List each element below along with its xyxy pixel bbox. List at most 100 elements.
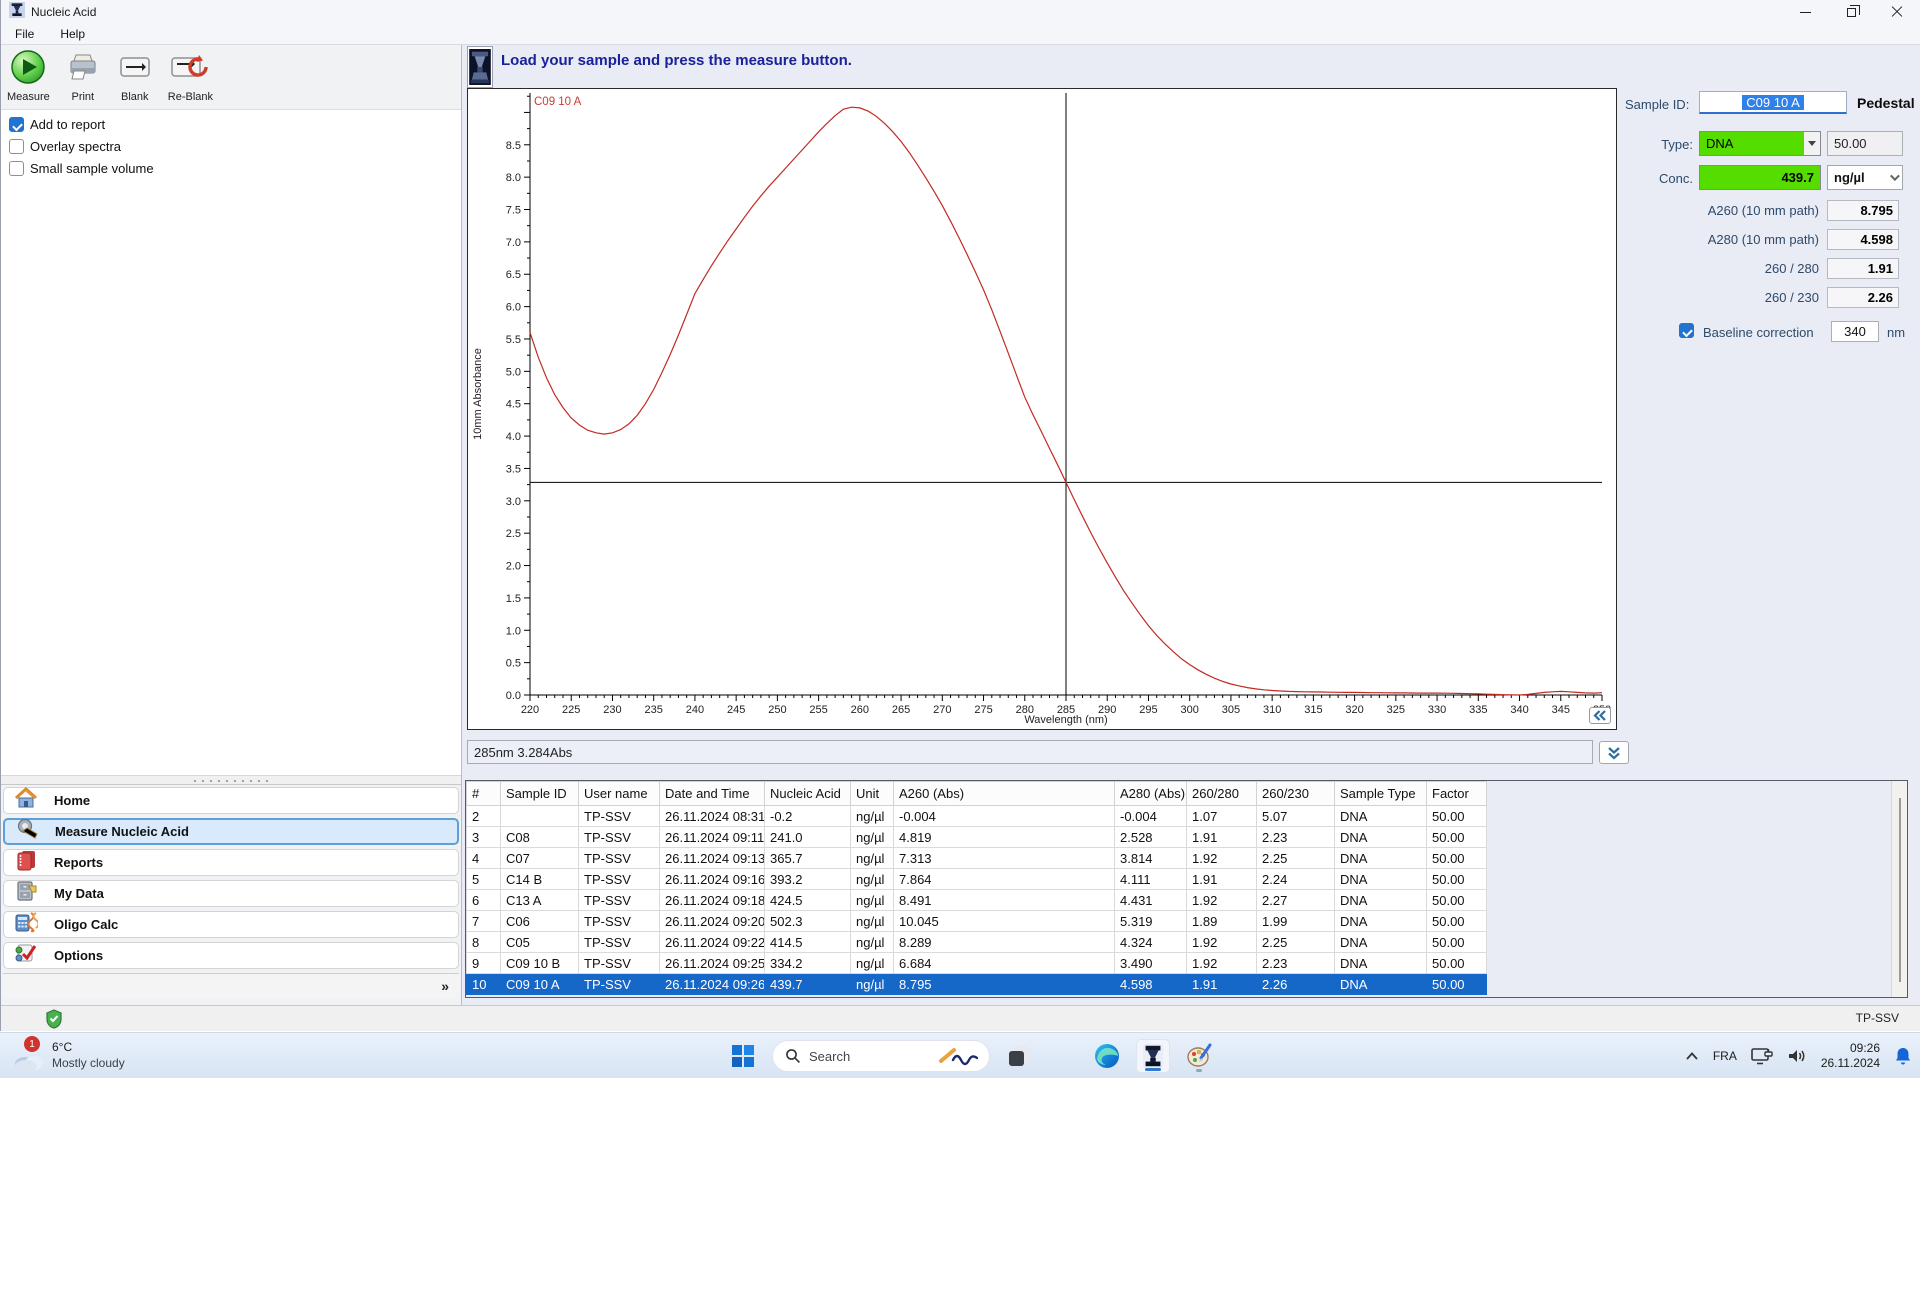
sidebar-item-measure-nucleic-acid[interactable]: Measure Nucleic Acid: [3, 818, 459, 845]
baseline-wavelength-field[interactable]: 340: [1831, 321, 1879, 342]
metric-label: 260 / 230: [1621, 290, 1819, 305]
svg-text:10mm Absorbance: 10mm Absorbance: [472, 348, 484, 440]
my-data-icon: [14, 880, 38, 907]
table-cell: ng/µl: [851, 911, 894, 932]
column-header[interactable]: Factor: [1427, 782, 1487, 806]
svg-text:5.0: 5.0: [506, 366, 521, 378]
metric-row: A260 (10 mm path)8.795: [1621, 200, 1920, 222]
add-to-report-checkbox[interactable]: Add to report: [9, 117, 154, 132]
column-header[interactable]: Sample Type: [1335, 782, 1427, 806]
table-cell: 1.92: [1187, 890, 1257, 911]
start-button[interactable]: [726, 1039, 760, 1073]
pedestal-mode-label: Pedestal: [1857, 95, 1915, 111]
baseline-label: Baseline correction: [1703, 325, 1814, 340]
table-cell: 5.07: [1257, 806, 1335, 827]
chevron-left-double-icon: [1593, 710, 1607, 721]
chevron-up-icon[interactable]: [1685, 1051, 1699, 1061]
sidebar-item-reports[interactable]: Reports: [3, 849, 459, 876]
baseline-checkbox[interactable]: [1679, 323, 1694, 338]
edge-browser-button[interactable]: [1090, 1039, 1124, 1073]
speaker-icon[interactable]: [1787, 1048, 1807, 1064]
svg-text:C09 10 A: C09 10 A: [534, 96, 582, 108]
task-view-button[interactable]: [1002, 1039, 1036, 1073]
nucleic-acid-app-button[interactable]: [1136, 1039, 1170, 1073]
table-row[interactable]: 7C06TP-SSV26.11.2024 09:20502.3ng/µl10.0…: [467, 911, 1487, 932]
print-icon: [65, 49, 101, 90]
restore-button[interactable]: [1828, 0, 1874, 24]
svg-text:270: 270: [933, 704, 951, 716]
overlay-spectra-checkbox[interactable]: Overlay spectra: [9, 139, 154, 154]
minimize-button[interactable]: [1782, 0, 1828, 24]
notification-bell-icon[interactable]: [1894, 1046, 1912, 1066]
svg-text:300: 300: [1181, 704, 1199, 716]
table-row[interactable]: 5C14 BTP-SSV26.11.2024 09:16393.2ng/µl7.…: [467, 869, 1487, 890]
paint-app-button[interactable]: [1182, 1039, 1216, 1073]
checkbox-unchecked-icon[interactable]: [9, 161, 24, 176]
clock[interactable]: 09:26 26.11.2024: [1821, 1041, 1880, 1071]
metric-value: 4.598: [1827, 229, 1899, 250]
menu-help[interactable]: Help: [60, 27, 85, 41]
print-button[interactable]: Print: [64, 49, 102, 103]
blank-button[interactable]: Blank: [116, 49, 154, 103]
column-header[interactable]: A280 (Abs): [1115, 782, 1187, 806]
scrollbar-thumb[interactable]: [1899, 798, 1901, 982]
panel-splitter[interactable]: [1, 775, 461, 785]
table-row[interactable]: 4C07TP-SSV26.11.2024 09:13365.7ng/µl7.31…: [467, 848, 1487, 869]
network-icon[interactable]: [1751, 1047, 1773, 1065]
unit-dropdown[interactable]: ng/µl: [1827, 165, 1903, 190]
type-dropdown[interactable]: DNA: [1699, 131, 1821, 156]
search-box[interactable]: Search: [772, 1040, 990, 1072]
re-blank-button[interactable]: Re-Blank: [168, 49, 213, 103]
results-table: #Sample IDUser nameDate and TimeNucleic …: [466, 781, 1487, 995]
checkbox-checked-icon[interactable]: [9, 117, 24, 132]
table-cell: 4.111: [1115, 869, 1187, 890]
table-row[interactable]: 6C13 ATP-SSV26.11.2024 09:18424.5ng/µl8.…: [467, 890, 1487, 911]
column-header[interactable]: A260 (Abs): [894, 782, 1115, 806]
column-header[interactable]: 260/280: [1187, 782, 1257, 806]
table-row[interactable]: 10C09 10 ATP-SSV26.11.2024 09:26439.7ng/…: [467, 974, 1487, 995]
table-cell: DNA: [1335, 869, 1427, 890]
sample-id-input[interactable]: C09 10 A: [1699, 91, 1847, 114]
svg-text:310: 310: [1263, 704, 1281, 716]
svg-text:250: 250: [768, 704, 786, 716]
language-indicator[interactable]: FRA: [1713, 1049, 1737, 1063]
weather-widget[interactable]: 1 6°C Mostly cloudy: [8, 1035, 188, 1077]
column-header[interactable]: 260/230: [1257, 782, 1335, 806]
shield-check-icon: [45, 1009, 63, 1034]
sidebar-item-home[interactable]: Home: [3, 787, 459, 814]
table-cell: 7: [467, 911, 501, 932]
column-header[interactable]: Date and Time: [660, 782, 765, 806]
factor-field[interactable]: 50.00: [1827, 131, 1903, 156]
checkbox-label: Add to report: [30, 117, 105, 132]
checkbox-unchecked-icon[interactable]: [9, 139, 24, 154]
close-button[interactable]: [1874, 0, 1920, 24]
reblank-icon: [170, 49, 210, 90]
table-row[interactable]: 8C05TP-SSV26.11.2024 09:22414.5ng/µl8.28…: [467, 932, 1487, 953]
table-cell: DNA: [1335, 974, 1427, 995]
small-sample-volume-checkbox[interactable]: Small sample volume: [9, 161, 154, 176]
column-header[interactable]: #: [467, 782, 501, 806]
measure-button[interactable]: Measure: [7, 49, 50, 103]
table-row[interactable]: 2TP-SSV26.11.2024 08:31-0.2ng/µl-0.004-0…: [467, 806, 1487, 827]
sidebar-item-oligo-calc[interactable]: Oligo Calc: [3, 911, 459, 938]
table-row[interactable]: 3C08TP-SSV26.11.2024 09:11241.0ng/µl4.81…: [467, 827, 1487, 848]
column-header[interactable]: Unit: [851, 782, 894, 806]
pedestal-image-icon: [467, 46, 493, 88]
column-header[interactable]: Nucleic Acid: [765, 782, 851, 806]
menu-file[interactable]: File: [15, 27, 34, 41]
chart-collapse-button[interactable]: [1589, 707, 1611, 724]
table-row[interactable]: 9C09 10 BTP-SSV26.11.2024 09:25334.2ng/µ…: [467, 953, 1487, 974]
metric-label: 260 / 280: [1621, 261, 1819, 276]
readout-expand-button[interactable]: [1599, 741, 1629, 764]
table-scrollbar[interactable]: [1891, 781, 1907, 997]
sidebar-collapse-bar[interactable]: »: [3, 973, 459, 998]
table-cell: DNA: [1335, 890, 1427, 911]
column-header[interactable]: User name: [579, 782, 660, 806]
left-panel: Measure Print Blank Re-Blank Add to report O…: [1, 45, 462, 1005]
table-cell: 2.26: [1257, 974, 1335, 995]
weather-temp: 6°C: [52, 1040, 72, 1054]
column-header[interactable]: Sample ID: [501, 782, 579, 806]
sidebar-item-options[interactable]: Options: [3, 942, 459, 969]
table-cell: 1.92: [1187, 848, 1257, 869]
sidebar-item-my-data[interactable]: My Data: [3, 880, 459, 907]
